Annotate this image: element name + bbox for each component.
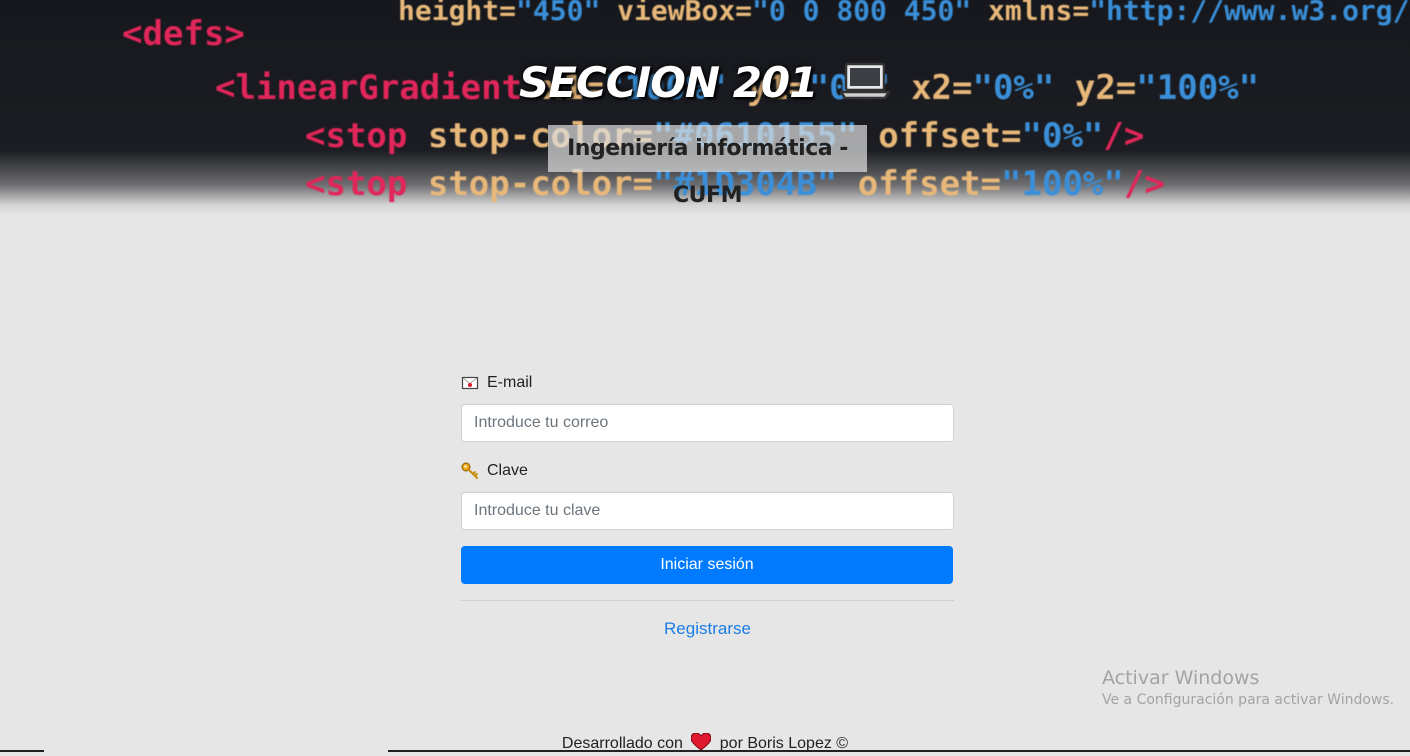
code-token: "450": [516, 0, 601, 27]
laptop-icon: [839, 61, 891, 111]
code-token: "http://www.w3.org/2000/svg": [1089, 0, 1410, 27]
code-token: viewBox=: [617, 0, 753, 27]
page-title-text: SECCION 201: [519, 58, 818, 107]
register-link[interactable]: Registrarse: [461, 619, 954, 639]
code-token: offset=: [857, 164, 1002, 204]
header-banner: height="450" viewBox="0 0 800 450" xmlns…: [0, 0, 1410, 215]
key-icon: [461, 462, 479, 480]
footer: Desarrollado con por Boris Lopez ©: [0, 732, 1410, 756]
code-token: "0 0 800 450": [752, 0, 972, 27]
page-subtitle: Ingeniería informática - CUFM: [548, 125, 867, 208]
code-token: "0%": [1021, 116, 1104, 156]
heart-icon: [690, 732, 712, 756]
code-token: offset=: [878, 116, 1022, 156]
password-input[interactable]: [461, 492, 954, 530]
page-title: SECCION 201: [0, 58, 1410, 111]
windows-activation-subtitle: Ve a Configuración para activar Windows.: [1102, 692, 1395, 708]
email-input[interactable]: [461, 404, 954, 442]
email-label-text: E-mail: [487, 374, 533, 391]
login-button[interactable]: Iniciar sesión: [461, 546, 953, 584]
code-token: xmlns=: [988, 0, 1090, 27]
code-token: <stop: [305, 116, 408, 156]
login-form: E-mail Clave Iniciar sesión Registrarse: [461, 370, 954, 639]
code-token: <stop: [305, 164, 408, 204]
code-token: />: [1123, 164, 1165, 204]
code-token: <defs>: [122, 14, 245, 54]
banner-code-line-2: <defs>: [122, 14, 245, 54]
windows-activation-title: Activar Windows: [1102, 667, 1260, 689]
code-token: "100%": [1001, 164, 1124, 204]
envelope-icon: [461, 374, 479, 392]
code-token: />: [1103, 116, 1145, 156]
password-label: Clave: [461, 458, 954, 484]
email-label: E-mail: [461, 370, 954, 396]
banner-code-line-1: height="450" viewBox="0 0 800 450" xmlns…: [398, 0, 1410, 27]
password-label-text: Clave: [487, 462, 528, 479]
code-token: height=: [398, 0, 517, 27]
